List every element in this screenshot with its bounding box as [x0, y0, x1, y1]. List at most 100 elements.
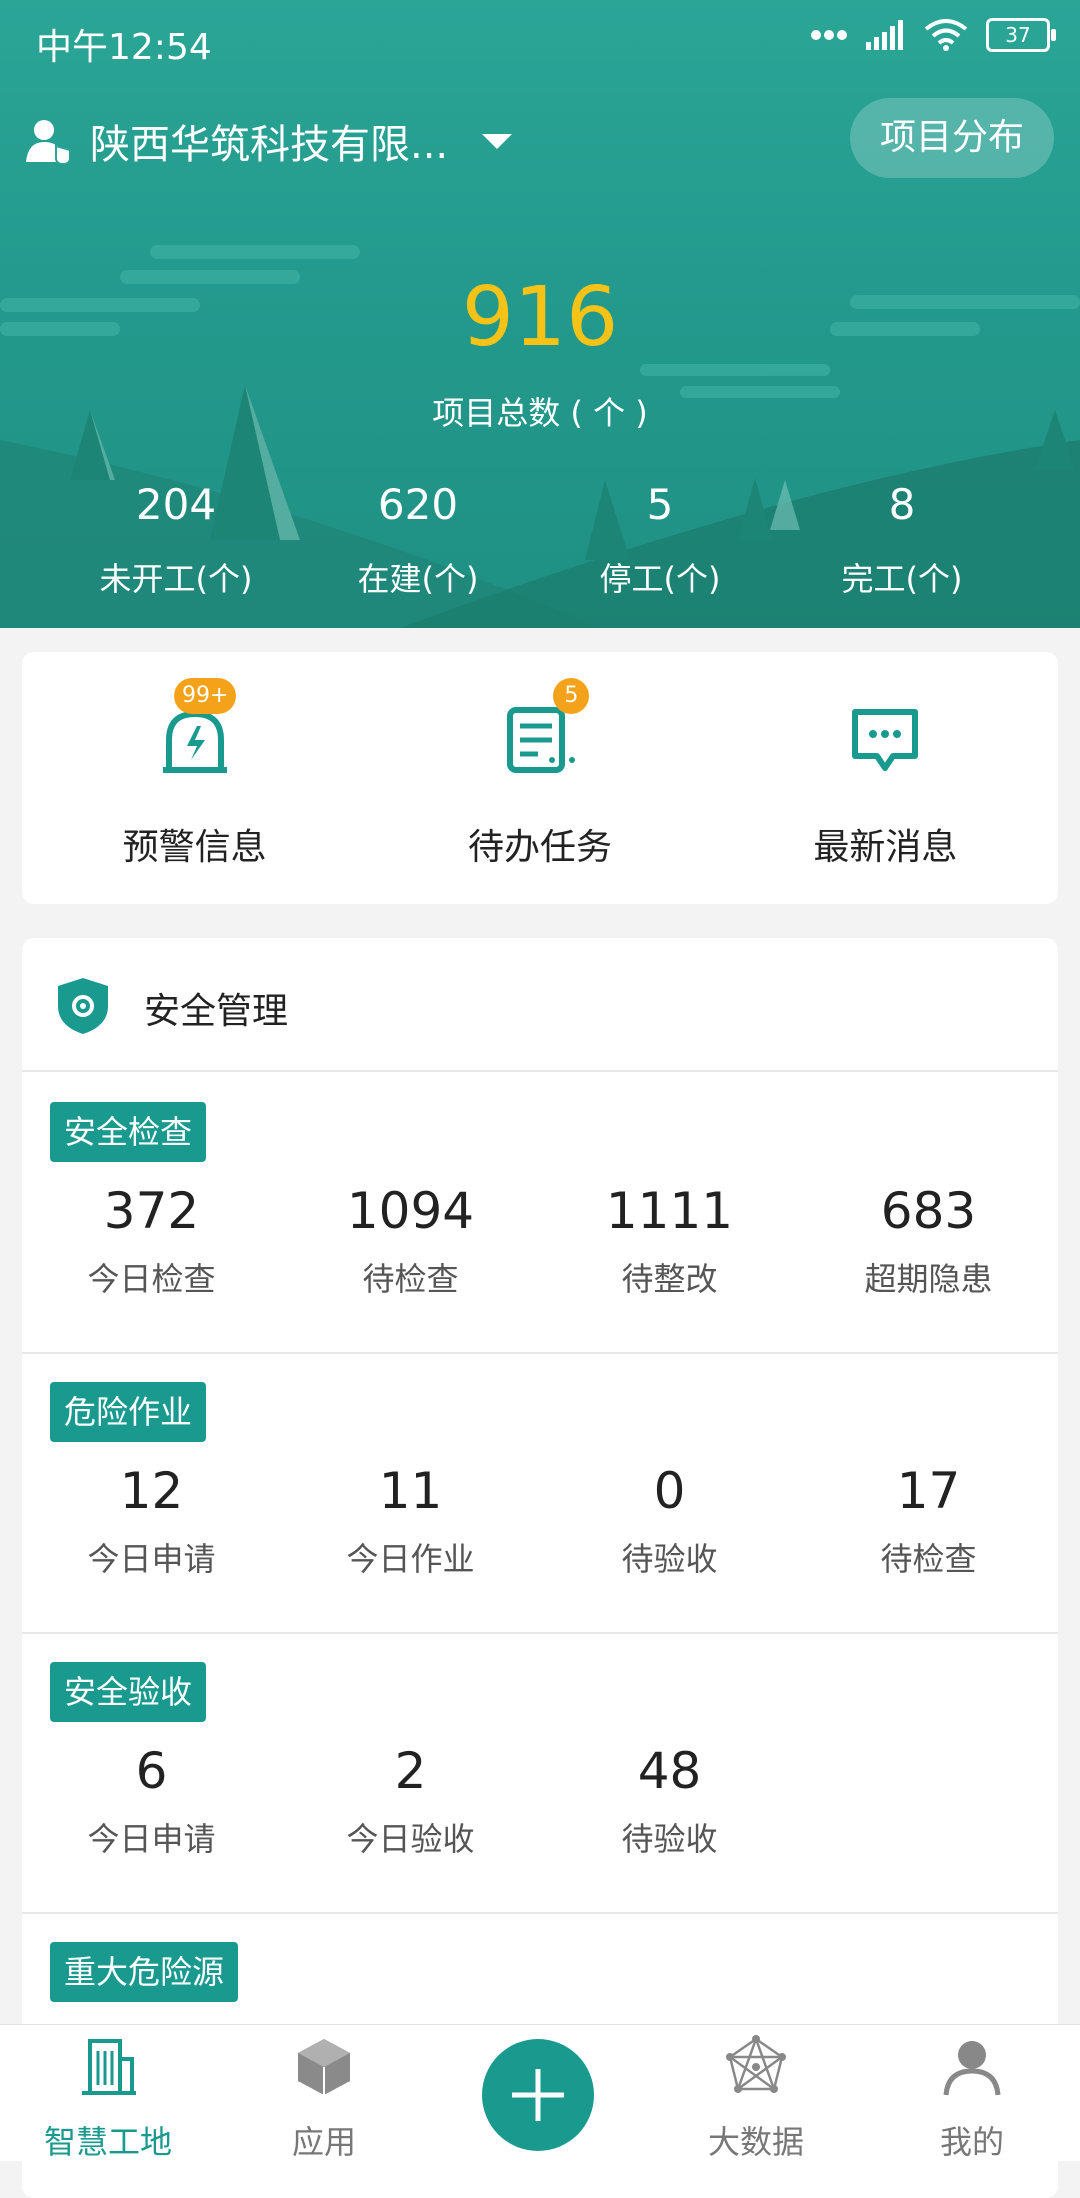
- project-distribution-button[interactable]: 项目分布: [849, 98, 1054, 178]
- metric-item[interactable]: 11 今日作业: [281, 1462, 540, 1580]
- metric-item[interactable]: 2 今日验收: [281, 1742, 540, 1860]
- metric-label: 待验收: [621, 1820, 718, 1858]
- add-button[interactable]: [482, 2039, 594, 2151]
- metric-label: 待验收: [621, 1540, 718, 1578]
- safety-header: 安全管理: [22, 938, 1058, 1072]
- section-safety-acceptance: 安全验收 6 今日申请 2 今日验收 48 待验收: [22, 1632, 1058, 1914]
- project-status-stats: 204 未开工(个) 620 在建(个) 5 停工(个) 8 完工(个): [0, 480, 1080, 600]
- metric-value: 48: [637, 1742, 702, 1800]
- quick-action-todo[interactable]: 5 待办任务: [367, 652, 712, 904]
- safety-title: 安全管理: [144, 991, 289, 1032]
- metric-value: 12: [119, 1462, 184, 1520]
- status-icons: 37: [810, 18, 1056, 52]
- wifi-icon: [924, 19, 968, 51]
- metric-item[interactable]: 1111 待整改: [540, 1182, 799, 1300]
- metric-label: 今日作业: [346, 1540, 475, 1578]
- metrics-row: 6 今日申请 2 今日验收 48 待验收: [22, 1742, 1058, 1860]
- more-dots-icon: [811, 30, 847, 40]
- metric-value: 6: [135, 1742, 168, 1800]
- bottom-navigation: 智慧工地 应用 大数据 我的: [0, 2024, 1080, 2161]
- todo-badge: 5: [553, 678, 590, 714]
- metric-label: 今日验收: [346, 1820, 475, 1858]
- quick-actions-card: 99+ 预警信息 5 待办任务 最新消息: [22, 652, 1058, 904]
- metric-item[interactable]: 0 待验收: [540, 1462, 799, 1580]
- section-safety-inspection: 安全检查 372 今日检查 1094 待检查 1111 待整改 683 超期隐患: [22, 1072, 1058, 1354]
- metric-label: 今日申请: [87, 1820, 216, 1858]
- stat-label: 停工(个): [599, 560, 721, 598]
- status-time: 中午12:54: [36, 27, 212, 68]
- metric-value: 683: [880, 1182, 977, 1240]
- metric-item[interactable]: 17 待检查: [799, 1462, 1058, 1580]
- metric-item[interactable]: 6 今日申请: [22, 1742, 281, 1860]
- metric-item[interactable]: 372 今日检查: [22, 1182, 281, 1300]
- shield-gear-icon: [58, 978, 108, 1034]
- metrics-row: 12 今日申请 11 今日作业 0 待验收 17 待检查: [22, 1462, 1058, 1580]
- metric-label: 待检查: [362, 1260, 459, 1298]
- stat-value: 204: [135, 480, 217, 529]
- metric-label: 待整改: [621, 1260, 718, 1298]
- stat-not-started[interactable]: 204 未开工(个): [55, 480, 297, 600]
- cube-icon: [298, 2039, 350, 2095]
- metric-label: 超期隐患: [864, 1260, 993, 1298]
- project-total: 916: [461, 270, 619, 365]
- quick-action-label: 待办任务: [467, 827, 612, 868]
- section-tag: 安全检查: [50, 1102, 207, 1162]
- quick-action-messages[interactable]: 最新消息: [713, 652, 1058, 904]
- section-tag: 重大危险源: [50, 1942, 239, 2002]
- metric-label: 待检查: [880, 1540, 977, 1578]
- battery-icon: 37: [986, 18, 1056, 52]
- metric-label: 今日申请: [87, 1540, 216, 1578]
- metric-value: 1111: [605, 1182, 734, 1240]
- metric-value: 1094: [346, 1182, 475, 1240]
- metric-item[interactable]: 1094 待检查: [281, 1182, 540, 1300]
- message-icon: [852, 709, 919, 771]
- user-icon: [943, 2041, 1001, 2096]
- stat-label: 完工(个): [841, 560, 963, 598]
- quick-action-label: 预警信息: [122, 827, 267, 868]
- metric-value: 17: [896, 1462, 961, 1520]
- metric-value: 11: [378, 1462, 443, 1520]
- section-tag: 安全验收: [50, 1662, 207, 1722]
- stat-suspended[interactable]: 5 停工(个): [539, 480, 781, 600]
- stat-label: 在建(个): [357, 560, 479, 598]
- metric-value: 2: [394, 1742, 427, 1800]
- safety-management-card: 安全管理 安全检查 372 今日检查 1094 待检查 1111 待整改 683…: [22, 938, 1058, 2198]
- metrics-row: 372 今日检查 1094 待检查 1111 待整改 683 超期隐患: [22, 1182, 1058, 1300]
- section-tag: 危险作业: [50, 1382, 207, 1442]
- project-summary-header: 中午12:54 37 陕西华筑科技有限... 项目分布 916 项目总数 (个…: [0, 0, 1080, 628]
- signal-icon: [866, 20, 903, 50]
- stat-value: 8: [888, 480, 916, 529]
- user-shield-icon: [26, 120, 70, 164]
- plus-icon: [512, 2069, 564, 2121]
- stat-value: 5: [646, 480, 674, 529]
- stat-label: 未开工(个): [99, 560, 253, 598]
- alerts-badge: 99+: [174, 678, 237, 714]
- metric-item[interactable]: 48 待验收: [540, 1742, 799, 1860]
- metric-item[interactable]: 683 超期隐患: [799, 1182, 1058, 1300]
- nav-apps[interactable]: 应用: [216, 2025, 432, 2161]
- nav-big-data[interactable]: 大数据: [648, 2025, 864, 2161]
- quick-action-label: 最新消息: [813, 827, 958, 868]
- status-bar: 中午12:54 37: [0, 0, 1080, 80]
- company-selector[interactable]: 陕西华筑科技有限...: [26, 112, 513, 170]
- nav-label: 应用: [291, 2123, 356, 2161]
- chevron-down-icon: [482, 133, 513, 149]
- company-name: 陕西华筑科技有限...: [90, 122, 449, 168]
- building-icon: [82, 2039, 136, 2095]
- stat-completed[interactable]: 8 完工(个): [781, 480, 1023, 600]
- section-hazardous-work: 危险作业 12 今日申请 11 今日作业 0 待验收 17 待检查: [22, 1352, 1058, 1634]
- project-total-label: 项目总数 ( 个 ): [432, 394, 648, 432]
- nav-label: 大数据: [707, 2123, 804, 2161]
- metric-label: 今日检查: [87, 1260, 216, 1298]
- metric-item[interactable]: 12 今日申请: [22, 1462, 281, 1580]
- nav-label: 我的: [939, 2123, 1004, 2161]
- quick-action-alerts[interactable]: 99+ 预警信息: [22, 652, 367, 904]
- nav-mine[interactable]: 我的: [864, 2025, 1080, 2161]
- nav-smart-site[interactable]: 智慧工地: [0, 2025, 216, 2161]
- metric-value: 0: [653, 1462, 686, 1520]
- stat-value: 620: [377, 480, 459, 529]
- top-bar: 陕西华筑科技有限... 项目分布: [0, 90, 1080, 200]
- stat-in-construction[interactable]: 620 在建(个): [297, 480, 539, 600]
- nav-label: 智慧工地: [43, 2123, 172, 2161]
- metric-value: 372: [103, 1182, 200, 1240]
